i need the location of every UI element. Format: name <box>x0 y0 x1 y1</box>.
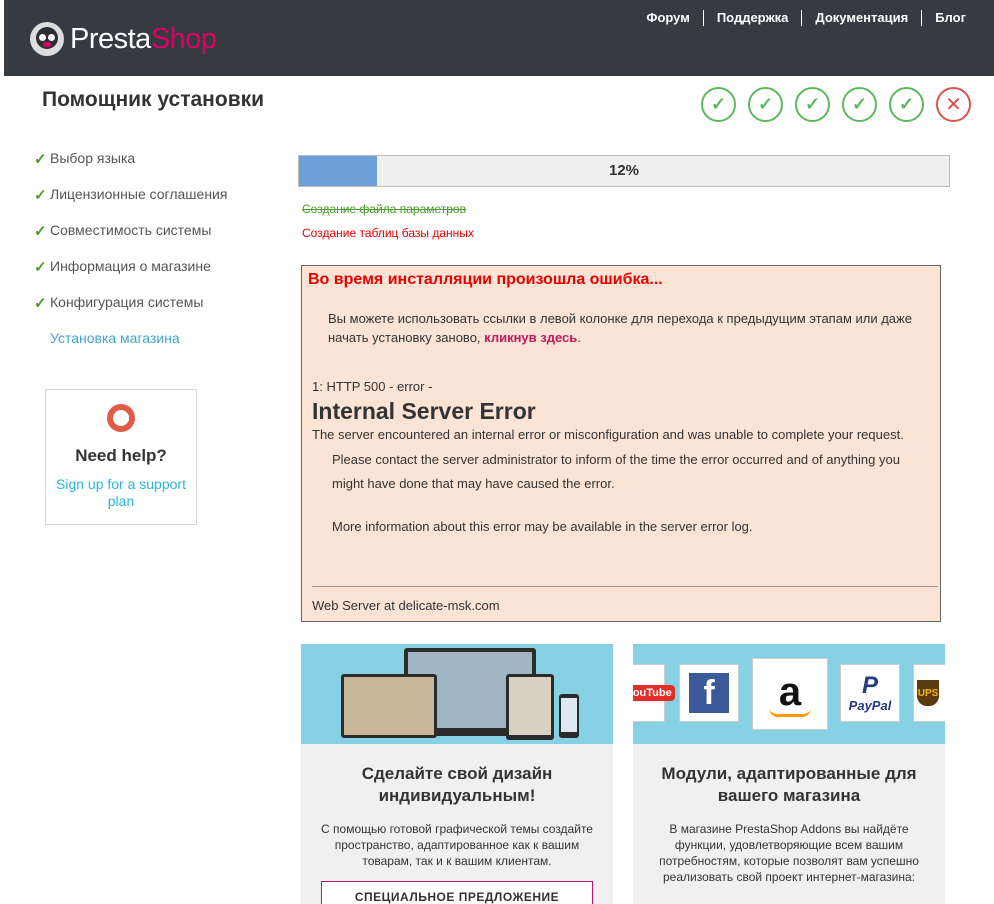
prestashop-logo[interactable]: PrestaShop <box>30 22 217 56</box>
error-message: Вы можете использовать ссылки в левой ко… <box>328 311 912 345</box>
error-heading: Internal Server Error <box>312 398 536 424</box>
promo-addons: YouTube f a P PayPal UPS Модули, адаптир… <box>633 644 945 904</box>
promo-title: Модули, адаптированные для вашего магази… <box>661 764 917 805</box>
error-paragraph: More information about this error may be… <box>332 519 753 534</box>
nav-link-support[interactable]: Поддержка <box>702 10 802 26</box>
top-header: PrestaShop Форум Поддержка Документация … <box>4 0 994 76</box>
ups-icon: UPS <box>913 664 945 722</box>
special-offer-button[interactable]: СПЕЦИАЛЬНОЕ ПРЕДЛОЖЕНИЕ <box>321 881 593 904</box>
sidebar-item-store-info[interactable]: ✓ Информация о магазине <box>34 258 227 294</box>
error-paragraph: Please contact the server administrator … <box>332 452 900 491</box>
promo-text: В магазине PrestaShop Addons вы найдёте … <box>659 822 919 884</box>
checkmark-icon: ✓ <box>34 223 47 240</box>
sidebar-item-language[interactable]: ✓ Выбор языка <box>34 150 227 186</box>
checkmark-icon: ✓ <box>34 151 47 168</box>
ups-logo: UPS <box>917 680 939 706</box>
checkmark-icon: ✓ <box>34 259 47 276</box>
nav-link-forum[interactable]: Форум <box>633 10 702 26</box>
youtube-icon: YouTube <box>633 664 675 722</box>
nav-link-documentation[interactable]: Документация <box>801 10 921 26</box>
error-panel: Во время инсталляции произошла ошибка...… <box>301 265 941 622</box>
support-plan-link[interactable]: Sign up for a support plan <box>46 476 196 510</box>
step-done-check-icon: ✓ <box>795 87 830 122</box>
checkmark-icon: ✓ <box>34 187 47 204</box>
help-title: Need help? <box>75 446 167 465</box>
sidebar-item-store-install[interactable]: Установка магазина <box>34 330 227 366</box>
error-title: Во время инсталляции произошла ошибка... <box>308 271 663 288</box>
help-box: Need help? Sign up for a support plan <box>45 389 197 525</box>
sidebar-item-compatibility[interactable]: ✓ Совместимость системы <box>34 222 227 258</box>
promo-title: Сделайте свой дизайн индивидуальным! <box>361 764 553 805</box>
puffin-logo-icon <box>30 22 64 56</box>
step-done-check-icon: ✓ <box>842 87 877 122</box>
facebook-logo: f <box>689 673 729 713</box>
paypal-icon: P PayPal <box>840 664 900 722</box>
sidebar-item-license[interactable]: ✓ Лицензионные соглашения <box>34 186 227 222</box>
install-progress-bar: 12% <box>298 155 950 187</box>
task-failed: Создание таблиц базы данных <box>302 226 474 240</box>
restart-link[interactable]: кликнув здесь <box>484 330 577 345</box>
lifebuoy-icon <box>107 404 135 432</box>
partner-logos: YouTube f a P PayPal UPS <box>633 644 945 744</box>
nav-link-blog[interactable]: Блог <box>921 10 966 26</box>
error-paragraph: The server encountered an internal error… <box>312 427 904 442</box>
task-completed: Создание файла параметров <box>302 202 466 216</box>
sidebar-item-system-config[interactable]: ✓ Конфигурация системы <box>34 294 227 330</box>
step-indicators: ✓ ✓ ✓ ✓ ✓ ✕ <box>701 87 971 122</box>
step-error-cross-icon: ✕ <box>936 87 971 122</box>
logo-wordmark: PrestaShop <box>70 22 217 55</box>
progress-label: 12% <box>608 162 640 179</box>
promo-text: С помощью готовой графической темы созда… <box>321 822 593 868</box>
facebook-icon: f <box>679 664 739 722</box>
promo-themes: Сделайте свой дизайн индивидуальным! С п… <box>301 644 613 904</box>
page-title: Помощник установки <box>42 88 265 111</box>
error-code: 1: HTTP 500 - error - <box>312 379 433 394</box>
step-done-check-icon: ✓ <box>701 87 736 122</box>
top-nav: Форум Поддержка Документация Блог <box>633 10 966 26</box>
divider <box>312 586 938 587</box>
server-signature: Web Server at delicate-msk.com <box>312 598 500 613</box>
step-done-check-icon: ✓ <box>748 87 783 122</box>
sidebar-steps: ✓ Выбор языка ✓ Лицензионные соглашения … <box>34 150 227 366</box>
checkmark-icon: ✓ <box>34 295 47 312</box>
amazon-icon: a <box>752 658 828 730</box>
step-done-check-icon: ✓ <box>889 87 924 122</box>
devices-illustration <box>301 644 613 744</box>
